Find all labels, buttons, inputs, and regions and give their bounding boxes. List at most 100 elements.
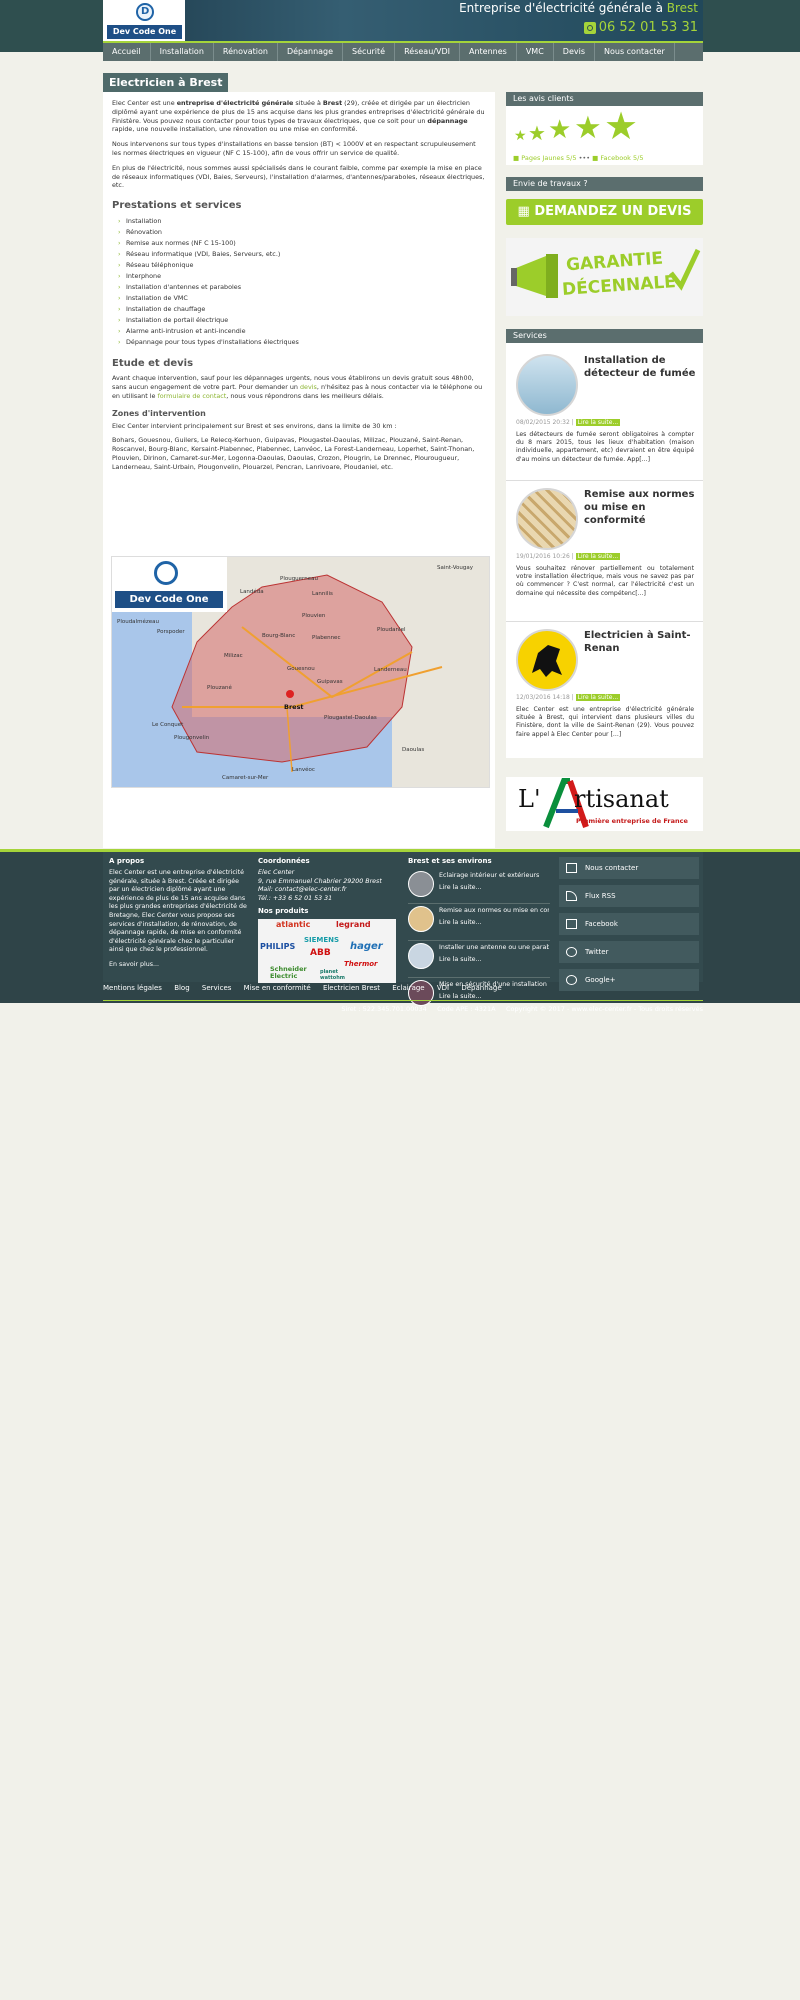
list-item: Installation (118, 216, 486, 227)
zone-map[interactable]: Dev Code One Plouguerneau Landéda Lannil… (111, 556, 490, 788)
footer-company-name: Elec Center (258, 869, 295, 876)
service-title[interactable]: Installation de détecteur de fumée (584, 354, 696, 394)
nav-reseau-vdi[interactable]: Réseau/VDI (395, 43, 460, 61)
reviews-stars: ★ ★ ★ ★ ★ (506, 104, 703, 154)
social-facebook[interactable]: Facebook (559, 913, 699, 935)
service-card[interactable]: Installation de détecteur de fumée 08/02… (506, 347, 703, 481)
footer-news-title[interactable]: Remise aux normes ou mise en conformité (439, 907, 549, 916)
social-googleplus[interactable]: Google+ (559, 969, 699, 991)
social-label: Twitter (585, 948, 609, 956)
devis-link[interactable]: devis (300, 383, 317, 391)
pages-jaunes-rating[interactable]: Pages Jaunes 5/5 (521, 154, 576, 162)
brand-logo: legrand (336, 920, 371, 930)
footer-news-read-more[interactable]: Lire la suite... (439, 919, 482, 928)
nav-vmc[interactable]: VMC (517, 43, 554, 61)
site-logo[interactable]: D Dev Code One (103, 0, 185, 42)
prestations-heading: Prestations et services (112, 200, 242, 212)
electrical-panel-thumbnail (516, 488, 578, 550)
footer-link[interactable]: Electricien Brest (323, 984, 380, 992)
nav-antennes[interactable]: Antennes (460, 43, 517, 61)
service-date: 08/02/2015 20:32 (516, 419, 570, 426)
garantie-decennale-banner[interactable]: GARANTIE DÉCENNALE (506, 238, 703, 316)
list-item: Remise aux normes (NF C 15-100) (118, 238, 486, 249)
intro-paragraph-2: Nous intervenons sur tous types d'instal… (112, 140, 476, 157)
footer-about-text: Elec Center est une entreprise d'électri… (109, 869, 247, 954)
facebook-icon (566, 919, 577, 929)
service-title[interactable]: Electricien à Saint-Renan (584, 629, 696, 655)
header-title-city: Brest (666, 1, 698, 15)
list-item: Dépannage pour tous types d'installation… (118, 337, 486, 348)
service-title[interactable]: Remise aux normes ou mise en conformité (584, 488, 696, 527)
header: D Dev Code One Entreprise d'électricité … (0, 0, 800, 61)
intro-bold: Brest (322, 99, 343, 107)
phone-number: 06 52 01 53 31 (598, 20, 698, 35)
nav-renovation[interactable]: Rénovation (214, 43, 278, 61)
nav-securite[interactable]: Sécurité (343, 43, 396, 61)
nav-installation[interactable]: Installation (151, 43, 214, 61)
main-nav: Accueil Installation Rénovation Dépannag… (103, 43, 703, 61)
saint-renan-coat-of-arms-thumbnail (516, 629, 578, 691)
footer-link[interactable]: Dépannage (461, 984, 501, 992)
artisanat-tagline: Première entreprise de France (576, 817, 688, 825)
footer-news-thumbnail (408, 943, 434, 969)
social-label: Flux RSS (585, 892, 616, 900)
service-description: Vous souhaitez rénover partiellement ou … (516, 565, 694, 597)
social-contact[interactable]: Nous contacter (559, 857, 699, 879)
footer-link[interactable]: Eclairage (392, 984, 424, 992)
footer-link[interactable]: VDI (437, 984, 449, 992)
footer-news-read-more[interactable]: Lire la suite... (439, 884, 482, 893)
footer-news-item[interactable]: Remise aux normes ou mise en conformité … (408, 903, 550, 940)
footer-news-thumbnail (408, 906, 434, 932)
star-icon: ★ (574, 110, 602, 146)
artisanat-banner[interactable]: L' rtisanat Première entreprise de Franc… (506, 777, 703, 831)
social-rss[interactable]: Flux RSS (559, 885, 699, 907)
brand-logo: atlantic (276, 920, 311, 930)
request-quote-button[interactable]: ▦ DEMANDEZ UN DEVIS (506, 199, 703, 225)
header-phone[interactable]: 06 52 01 53 31 (583, 20, 698, 35)
read-more-button[interactable]: Lire la suite... (575, 694, 621, 701)
contact-form-link[interactable]: formulaire de contact (157, 392, 226, 400)
copyright: Copyright © 2017 - www.elec-center.fr - … (505, 1005, 703, 1013)
social-twitter[interactable]: Twitter (559, 941, 699, 963)
footer-news-item[interactable]: Installer une antenne ou une parabole Li… (408, 940, 550, 977)
footer-link[interactable]: Mentions légales (103, 984, 162, 992)
footer-phone[interactable]: Tél.: +33 6 52 01 53 31 (258, 895, 398, 904)
map-label: Guipavas (317, 679, 343, 685)
artisanat-word: rtisanat (574, 785, 669, 813)
map-label: Porspoder (157, 629, 185, 635)
rss-icon (566, 891, 577, 901)
etude-paragraph: Avant chaque intervention, sauf pour les… (112, 374, 486, 400)
facebook-rating[interactable]: Facebook 5/5 (600, 154, 643, 162)
footer-news-title[interactable]: Installer une antenne ou une parabole (439, 944, 549, 953)
footer-link[interactable]: Blog (174, 984, 189, 992)
map-label: Landerneau (374, 667, 407, 673)
footer-link[interactable]: Mise en conformité (244, 984, 311, 992)
footer-about-more-link[interactable]: En savoir plus... (109, 961, 249, 970)
list-item: Installation de VMC (118, 293, 486, 304)
read-more-button[interactable]: Lire la suite... (575, 553, 621, 560)
footer-news-read-more[interactable]: Lire la suite... (439, 956, 482, 965)
map-label: Ploudalmézeau (117, 619, 159, 625)
service-card[interactable]: Remise aux normes ou mise en conformité … (506, 481, 703, 622)
intro-bold: entreprise d'électricité générale (176, 99, 294, 107)
nav-nous-contacter[interactable]: Nous contacter (595, 43, 675, 61)
nav-devis[interactable]: Devis (554, 43, 595, 61)
nav-accueil[interactable]: Accueil (103, 43, 151, 61)
footer-news-title[interactable]: Eclairage intérieur et extérieurs (439, 872, 549, 881)
social-label: Nous contacter (585, 864, 639, 872)
read-more-button[interactable]: Lire la suite... (575, 419, 621, 426)
zones-paragraph-2: Bohars, Gouesnou, Guilers, Le Relecq-Ker… (112, 436, 475, 471)
footer-email[interactable]: Mail: contact@elec-center.fr (258, 886, 398, 895)
service-card[interactable]: Electricien à Saint-Renan 12/03/2016 14:… (506, 622, 703, 758)
map-label: Plougastel-Daoulas (324, 715, 377, 721)
map-label: Daoulas (402, 747, 425, 753)
social-links: Nous contacter Flux RSS Facebook Twitter… (559, 857, 699, 997)
nav-depannage[interactable]: Dépannage (278, 43, 344, 61)
footer-about-heading: A propos (109, 857, 145, 865)
footer-main: A propos Elec Center est une entreprise … (103, 852, 703, 1006)
footer-news-item[interactable]: Eclairage intérieur et extérieurs Lire l… (408, 869, 550, 903)
social-label: Facebook (585, 920, 618, 928)
map-label: Plouvien (302, 613, 326, 619)
pages-jaunes-icon: ■ (513, 154, 520, 162)
footer-link[interactable]: Services (202, 984, 232, 992)
